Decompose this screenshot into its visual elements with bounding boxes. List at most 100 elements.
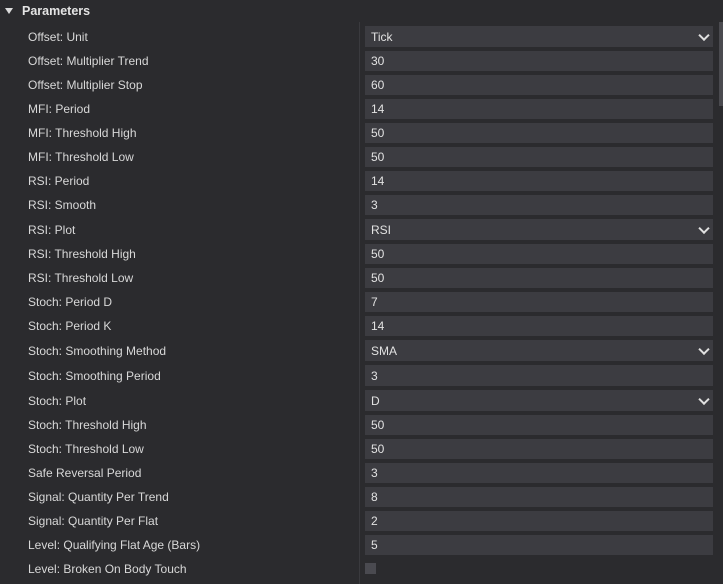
- parameter-value: 30: [371, 54, 385, 68]
- parameter-value: Tick: [371, 29, 393, 44]
- parameter-label: Level: Qualifying Flat Age (Bars): [28, 538, 201, 552]
- parameter-row: Stoch: Threshold Low 50: [0, 437, 723, 461]
- parameter-input[interactable]: 50: [365, 268, 713, 288]
- parameter-value: D: [371, 393, 380, 408]
- parameter-input[interactable]: 3: [365, 365, 713, 386]
- parameter-value: 14: [371, 174, 385, 188]
- parameter-row: Stoch: Plot D: [0, 388, 723, 413]
- parameter-label: MFI: Threshold Low: [28, 150, 134, 164]
- parameter-label: Level: Broken On Body Touch: [28, 562, 187, 576]
- parameter-input[interactable]: 14: [365, 99, 713, 119]
- parameter-input[interactable]: 7: [365, 292, 713, 312]
- parameter-select[interactable]: Tick: [365, 26, 713, 47]
- parameter-label: Stoch: Smoothing Method: [28, 343, 167, 358]
- parameter-label: MFI: Period: [28, 102, 91, 116]
- parameter-value: 14: [371, 319, 385, 333]
- parameter-value: 50: [371, 126, 385, 140]
- parameter-select[interactable]: D: [365, 390, 713, 411]
- parameter-value: 50: [371, 442, 385, 456]
- parameter-row: RSI: Threshold High 50: [0, 242, 723, 266]
- parameter-row: Stoch: Smoothing Method SMA: [0, 338, 723, 363]
- parameter-row: Offset: Unit Tick: [0, 24, 723, 49]
- properties-panel: Parameters Offset: Unit Tick Offset: Multi…: [0, 0, 723, 584]
- scrollbar-thumb[interactable]: [719, 22, 723, 106]
- parameter-label: RSI: Plot: [28, 222, 76, 237]
- parameter-label: RSI: Threshold High: [28, 247, 136, 261]
- parameter-value: 50: [371, 247, 385, 261]
- parameter-value: 3: [371, 368, 378, 383]
- parameter-value: 2: [371, 514, 378, 528]
- parameter-input[interactable]: 14: [365, 316, 713, 336]
- parameter-input[interactable]: 50: [365, 147, 713, 167]
- parameter-value: 50: [371, 271, 385, 285]
- chevron-down-icon[interactable]: [698, 393, 710, 405]
- parameter-input[interactable]: 50: [365, 244, 713, 264]
- parameter-label: Stoch: Threshold High: [28, 418, 147, 432]
- parameter-row: Safe Reversal Period 3: [0, 461, 723, 485]
- parameter-row: MFI: Threshold Low 50: [0, 145, 723, 169]
- parameter-row: Stoch: Period D 7: [0, 290, 723, 314]
- parameter-value: 60: [371, 78, 385, 92]
- parameter-input[interactable]: 50: [365, 415, 713, 435]
- parameter-value: 3: [371, 198, 378, 212]
- parameter-value: 50: [371, 150, 385, 164]
- parameter-row: Stoch: Smoothing Period 3: [0, 363, 723, 388]
- parameter-label: RSI: Threshold Low: [28, 271, 134, 285]
- parameter-label: MFI: Threshold High: [28, 126, 137, 140]
- section-title: Parameters: [22, 4, 91, 18]
- parameter-label: Signal: Quantity Per Flat: [28, 514, 159, 528]
- parameter-input[interactable]: 50: [365, 123, 713, 143]
- parameter-row: RSI: Smooth 3: [0, 193, 723, 217]
- parameter-row: MFI: Threshold High 50: [0, 121, 723, 145]
- parameter-row: RSI: Threshold Low 50: [0, 266, 723, 290]
- parameter-row: Signal: Quantity Per Flat 2: [0, 509, 723, 533]
- parameter-value: 5: [371, 538, 378, 552]
- parameter-value: 7: [371, 295, 378, 309]
- parameter-label: Stoch: Smoothing Period: [28, 368, 161, 383]
- collapse-caret-icon[interactable]: [5, 8, 13, 14]
- parameter-input[interactable]: 8: [365, 487, 713, 507]
- parameter-input[interactable]: 14: [365, 171, 713, 191]
- parameter-label: Stoch: Period D: [28, 295, 113, 309]
- chevron-down-icon[interactable]: [698, 343, 710, 355]
- parameter-row: Stoch: Threshold High 50: [0, 413, 723, 437]
- parameter-label: Offset: Multiplier Stop: [28, 78, 143, 92]
- parameter-label: RSI: Smooth: [28, 198, 97, 212]
- parameter-row: RSI: Period 14: [0, 169, 723, 193]
- parameter-label: Safe Reversal Period: [28, 466, 142, 480]
- parameter-row: MFI: Period 14: [0, 97, 723, 121]
- parameter-value: 14: [371, 102, 385, 116]
- parameter-label: Stoch: Plot: [28, 393, 87, 408]
- parameter-row: Level: Qualifying Flat Age (Bars) 5: [0, 533, 723, 557]
- chevron-down-icon[interactable]: [698, 29, 710, 41]
- parameter-select[interactable]: SMA: [365, 340, 713, 361]
- parameter-label: Offset: Unit: [28, 29, 88, 44]
- parameter-input[interactable]: 3: [365, 463, 713, 483]
- parameter-row: RSI: Plot RSI: [0, 217, 723, 242]
- parameter-input[interactable]: 30: [365, 51, 713, 71]
- parameter-value: 8: [371, 490, 378, 504]
- parameter-input[interactable]: 60: [365, 75, 713, 95]
- parameter-value: 50: [371, 418, 385, 432]
- parameter-row: Offset: Multiplier Trend 30: [0, 49, 723, 73]
- parameter-label: Signal: Quantity Per Trend: [28, 490, 169, 504]
- parameter-label: Offset: Multiplier Trend: [28, 54, 149, 68]
- parameter-list: Offset: Unit Tick Offset: Multiplier Trend…: [0, 24, 723, 581]
- parameter-checkbox[interactable]: [365, 563, 376, 574]
- parameter-value: RSI: [371, 222, 392, 237]
- parameter-value: SMA: [371, 343, 398, 358]
- parameter-row: Stoch: Period K 14: [0, 314, 723, 338]
- parameter-input[interactable]: 50: [365, 439, 713, 459]
- chevron-down-icon[interactable]: [698, 222, 710, 234]
- parameter-input[interactable]: 5: [365, 535, 713, 555]
- parameter-input[interactable]: 2: [365, 511, 713, 531]
- parameter-select[interactable]: RSI: [365, 219, 713, 240]
- parameter-row: Offset: Multiplier Stop 60: [0, 73, 723, 97]
- parameter-row: Signal: Quantity Per Trend 8: [0, 485, 723, 509]
- parameters-section-header[interactable]: Parameters: [0, 0, 720, 22]
- parameter-row: Level: Broken On Body Touch: [0, 557, 723, 581]
- parameter-label: Stoch: Period K: [28, 319, 112, 333]
- parameter-input[interactable]: 3: [365, 195, 713, 215]
- parameter-value: 3: [371, 466, 378, 480]
- parameter-label: RSI: Period: [28, 174, 90, 188]
